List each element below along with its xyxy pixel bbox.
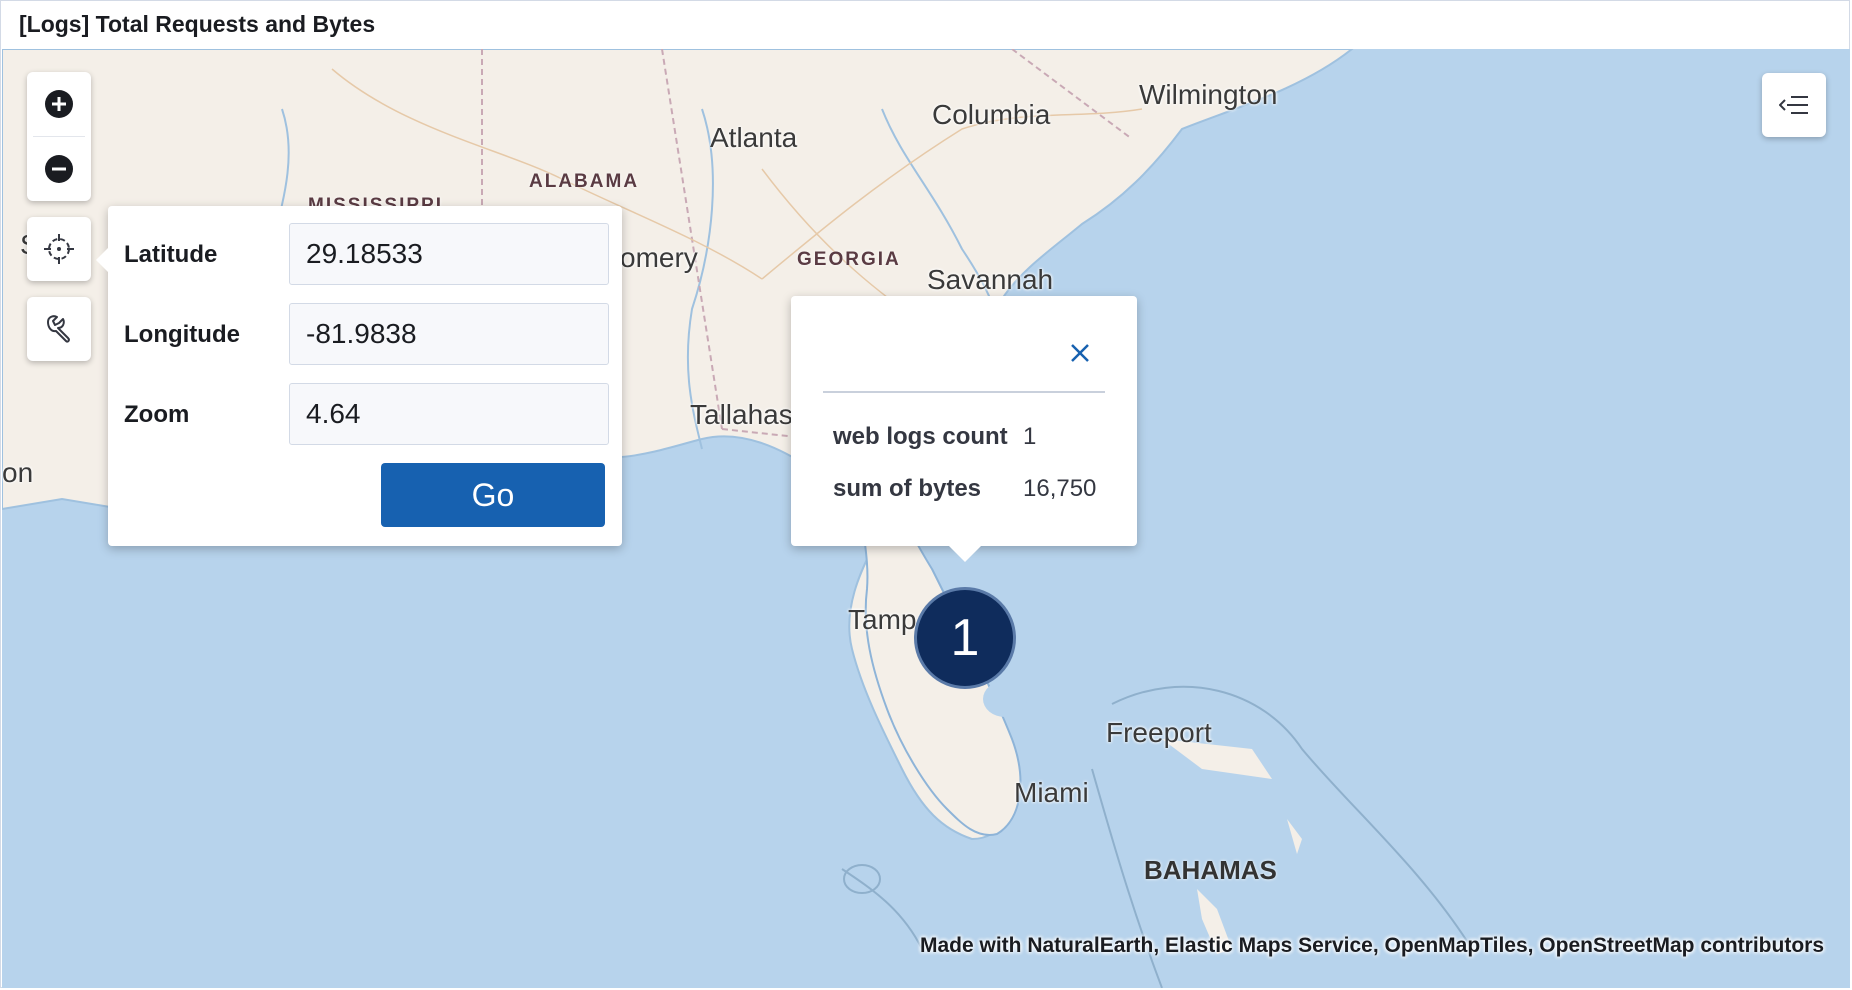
set-view-button[interactable] xyxy=(27,217,91,281)
longitude-row: Longitude xyxy=(124,303,609,365)
zoom-in-button[interactable] xyxy=(27,72,91,136)
state-label: GEORGIA xyxy=(797,249,901,270)
state-label: ALABAMA xyxy=(529,171,640,192)
latitude-input[interactable] xyxy=(289,223,609,285)
city-label: Miami xyxy=(1014,777,1089,808)
country-label: BAHAMAS xyxy=(1144,855,1277,885)
city-label: omery xyxy=(620,242,698,273)
tooltip-value: 1 xyxy=(1023,423,1037,450)
zoom-row: Zoom xyxy=(124,383,609,445)
tooltip-value: 16,750 xyxy=(1023,475,1097,502)
longitude-input[interactable] xyxy=(289,303,609,365)
latitude-row: Latitude xyxy=(124,223,609,285)
minus-circle-icon xyxy=(45,155,73,183)
layer-panel-toggle[interactable] xyxy=(1762,73,1826,137)
tools-control xyxy=(27,297,91,361)
close-icon[interactable] xyxy=(1063,336,1097,370)
tooltip-divider xyxy=(823,391,1105,393)
city-label: on xyxy=(2,457,34,488)
tooltip-key: sum of bytes xyxy=(833,475,982,502)
go-button[interactable]: Go xyxy=(381,463,605,527)
city-label: Tallahas xyxy=(690,399,793,430)
crosshair-icon xyxy=(44,234,74,264)
zoom-controls xyxy=(27,72,91,201)
city-label: Wilmington xyxy=(1139,79,1278,110)
feature-tooltip: web logs count 1 sum of bytes 16,750 xyxy=(791,296,1137,562)
city-label: Atlanta xyxy=(710,122,798,153)
city-label: Savannah xyxy=(927,264,1054,295)
cluster-marker[interactable]: 1 xyxy=(914,587,1016,689)
longitude-label: Longitude xyxy=(124,321,240,348)
tooltip-key: web logs count xyxy=(833,423,1008,450)
zoom-input[interactable] xyxy=(289,383,609,445)
menu-left-icon xyxy=(1779,96,1808,114)
latitude-label: Latitude xyxy=(124,241,218,268)
panel-title: [Logs] Total Requests and Bytes xyxy=(19,11,376,37)
set-view-control xyxy=(27,217,91,281)
set-view-popover: Latitude Longitude Zoom Go xyxy=(96,206,622,546)
plus-circle-icon xyxy=(45,90,73,118)
wrench-icon xyxy=(47,315,70,343)
visualization-panel: [Logs] Total Requests and Bytes Wilmingt… xyxy=(0,0,1850,988)
city-label: Columbia xyxy=(932,99,1051,130)
zoom-out-button[interactable] xyxy=(27,137,91,201)
map-attribution: Made with NaturalEarth, Elastic Maps Ser… xyxy=(920,934,1824,957)
tools-button[interactable] xyxy=(27,297,91,361)
zoom-label: Zoom xyxy=(124,401,190,428)
city-label: Freeport xyxy=(1106,717,1212,748)
